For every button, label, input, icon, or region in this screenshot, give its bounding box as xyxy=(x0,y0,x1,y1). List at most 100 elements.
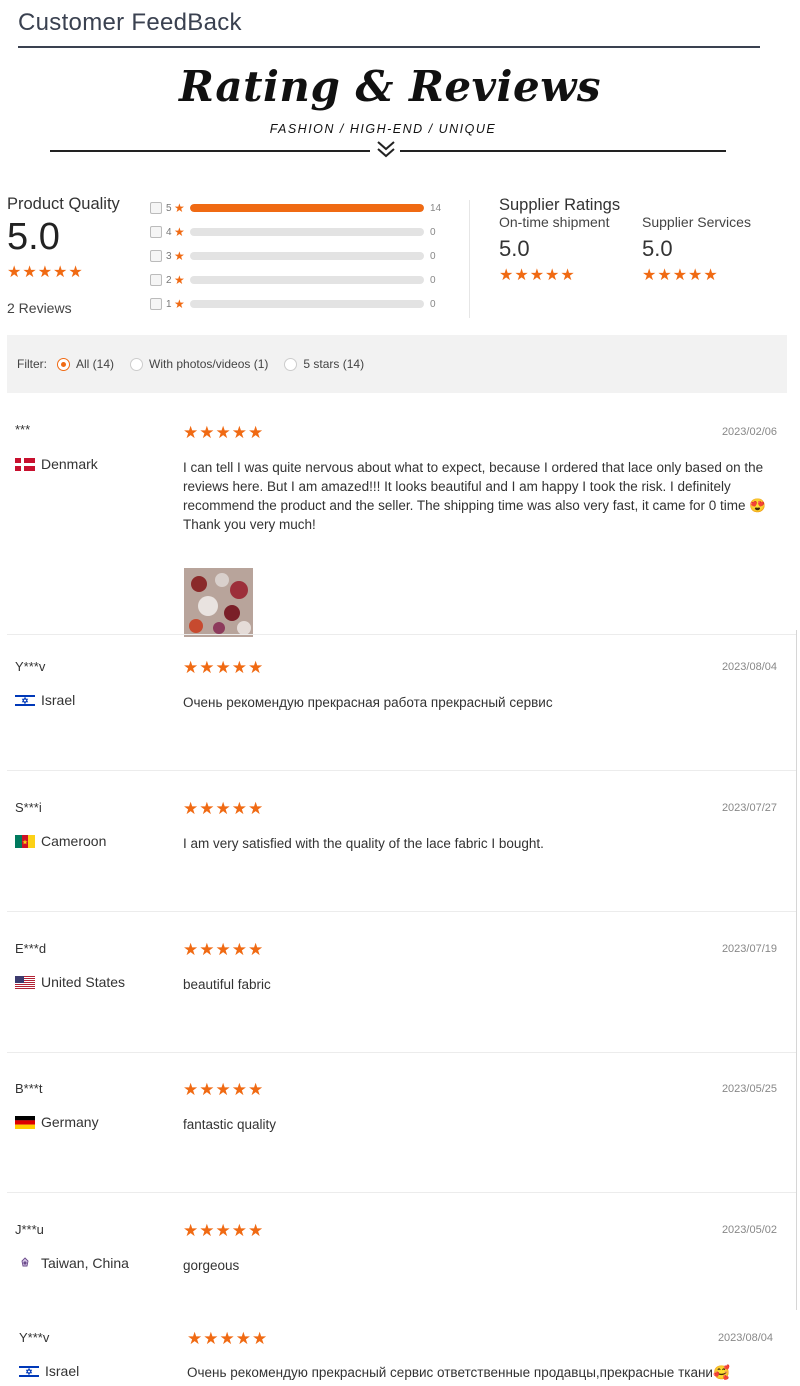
on-time-shipment-stars: ★ ★ ★ ★ ★ xyxy=(499,268,609,284)
review-date: 2023/07/19 xyxy=(721,943,777,955)
filter-checkbox[interactable] xyxy=(150,274,162,286)
star-icon: ★ xyxy=(688,267,703,284)
product-quality-score: 5.0 xyxy=(7,216,60,258)
supplier-ratings-title: Supplier Ratings xyxy=(499,196,621,214)
filter-checkbox[interactable] xyxy=(150,226,162,238)
review-stars: ★ ★ ★ ★ ★ xyxy=(183,424,263,441)
star-icon: ★ xyxy=(642,267,657,284)
product-quality-stars: ★ ★ ★ ★ ★ xyxy=(7,265,83,281)
star-level: 5 xyxy=(166,202,172,214)
review-stars: ★ ★ ★ ★ ★ xyxy=(187,1330,267,1347)
star-icon: ★ xyxy=(174,297,185,311)
star-icon: ★ xyxy=(231,1221,247,1240)
star-icon: ★ xyxy=(7,264,22,281)
review-item: E***d United States ★ ★ ★ ★ ★ 2023/07/19 bea… xyxy=(7,937,797,1057)
star-icon: ★ xyxy=(248,799,264,818)
radio-icon[interactable] xyxy=(130,357,144,371)
filter-5-stars[interactable]: 5 stars (14) xyxy=(284,357,364,371)
star-icon: ★ xyxy=(499,267,514,284)
star-icon: ★ xyxy=(174,225,185,239)
reviewer-name: S***i xyxy=(15,800,42,815)
country-name: United States xyxy=(41,974,126,990)
distribution-count: 0 xyxy=(430,298,436,310)
star-level: 3 xyxy=(166,250,172,262)
review-text: gorgeous xyxy=(183,1258,240,1273)
review-divider xyxy=(7,911,797,912)
star-icon: ★ xyxy=(68,264,83,281)
distribution-count: 0 xyxy=(430,274,436,286)
reviewer-country: Taiwan, China xyxy=(15,1255,129,1271)
review-photo[interactable] xyxy=(184,568,253,637)
israel-flag-icon xyxy=(15,693,35,707)
star-icon: ★ xyxy=(174,201,185,215)
star-icon: ★ xyxy=(174,273,185,287)
star-icon: ★ xyxy=(657,267,672,284)
banner-subtitle: FASHION / HIGH-END / UNIQUE xyxy=(269,122,497,136)
review-item: Y***v Israel ★ ★ ★ ★ ★ 2023/08/04 Очень реко… xyxy=(7,1328,787,1386)
distribution-row-1[interactable]: 1 ★ 0 xyxy=(150,292,450,316)
review-text: I can tell I was quite nervous about wha… xyxy=(183,460,767,532)
star-icon: ★ xyxy=(199,799,215,818)
star-icon: ★ xyxy=(199,658,215,677)
reviewer-name: J***u xyxy=(15,1222,44,1237)
scrollbar-track[interactable] xyxy=(796,630,797,1310)
country-name: Israel xyxy=(41,692,76,708)
distribution-row-5[interactable]: 5 ★ 14 xyxy=(150,196,450,220)
taiwan-flag-icon xyxy=(15,1256,35,1270)
filter-with-photos-label: With photos/videos (1) xyxy=(149,357,269,371)
radio-selected-icon[interactable] xyxy=(57,357,70,371)
reviewer-country: Israel xyxy=(15,692,75,708)
review-item: B***t Germany ★ ★ ★ ★ ★ 2023/05/25 fantastic… xyxy=(7,1077,797,1197)
star-icon: ★ xyxy=(215,1221,231,1240)
review-divider xyxy=(7,634,797,635)
star-icon: ★ xyxy=(22,264,37,281)
filter-all[interactable]: All (14) xyxy=(57,357,114,371)
star-level: 1 xyxy=(166,298,172,310)
review-stars: ★ ★ ★ ★ ★ xyxy=(183,1222,263,1239)
filter-label: Filter: xyxy=(17,357,47,371)
star-icon: ★ xyxy=(183,423,199,442)
review-divider xyxy=(7,770,797,771)
distribution-row-4[interactable]: 4 ★ 0 xyxy=(150,220,450,244)
star-icon: ★ xyxy=(703,267,718,284)
review-text: Очень рекомендую прекрасный сервис ответ… xyxy=(187,1365,730,1380)
star-icon: ★ xyxy=(183,658,199,677)
review-item: Y***v Israel ★ ★ ★ ★ ★ 2023/08/04 Очень реко… xyxy=(7,655,797,775)
star-icon: ★ xyxy=(231,940,247,959)
reviewer-name: B***t xyxy=(15,1081,43,1096)
star-icon: ★ xyxy=(235,1329,251,1348)
reviewer-name: *** xyxy=(15,422,31,437)
star-icon: ★ xyxy=(231,799,247,818)
star-icon: ★ xyxy=(545,267,560,284)
distribution-bar xyxy=(190,204,424,212)
review-date: 2023/02/06 xyxy=(721,426,777,438)
filter-with-photos[interactable]: With photos/videos (1) xyxy=(130,357,268,371)
filter-checkbox[interactable] xyxy=(150,298,162,310)
banner-divider-right xyxy=(400,150,726,152)
filter-checkbox[interactable] xyxy=(150,250,162,262)
star-icon: ★ xyxy=(231,1080,247,1099)
star-icon: ★ xyxy=(174,249,185,263)
star-icon: ★ xyxy=(37,264,53,281)
star-icon: ★ xyxy=(231,658,247,677)
distribution-row-2[interactable]: 2 ★ 0 xyxy=(150,268,450,292)
reviewer-country: United States xyxy=(15,974,125,990)
star-icon: ★ xyxy=(252,1329,268,1348)
germany-flag-icon xyxy=(15,1115,35,1129)
distribution-bar-fill xyxy=(190,204,424,212)
star-icon: ★ xyxy=(248,658,264,677)
on-time-shipment-label: On-time shipment xyxy=(499,214,610,230)
star-icon: ★ xyxy=(183,799,199,818)
reviewer-country: Denmark xyxy=(15,456,98,472)
star-icon: ★ xyxy=(529,267,545,284)
distribution-row-3[interactable]: 3 ★ 0 xyxy=(150,244,450,268)
radio-icon[interactable] xyxy=(284,357,298,371)
star-icon: ★ xyxy=(672,267,688,284)
filter-checkbox[interactable] xyxy=(150,202,162,214)
star-icon: ★ xyxy=(215,940,231,959)
review-count: 2 Reviews xyxy=(7,300,72,316)
section-divider xyxy=(469,200,470,318)
star-icon: ★ xyxy=(183,1080,199,1099)
distribution-bar xyxy=(190,276,424,284)
review-item: J***u Taiwan, China ★ ★ ★ ★ ★ 2023/05/02 gor… xyxy=(7,1218,787,1298)
